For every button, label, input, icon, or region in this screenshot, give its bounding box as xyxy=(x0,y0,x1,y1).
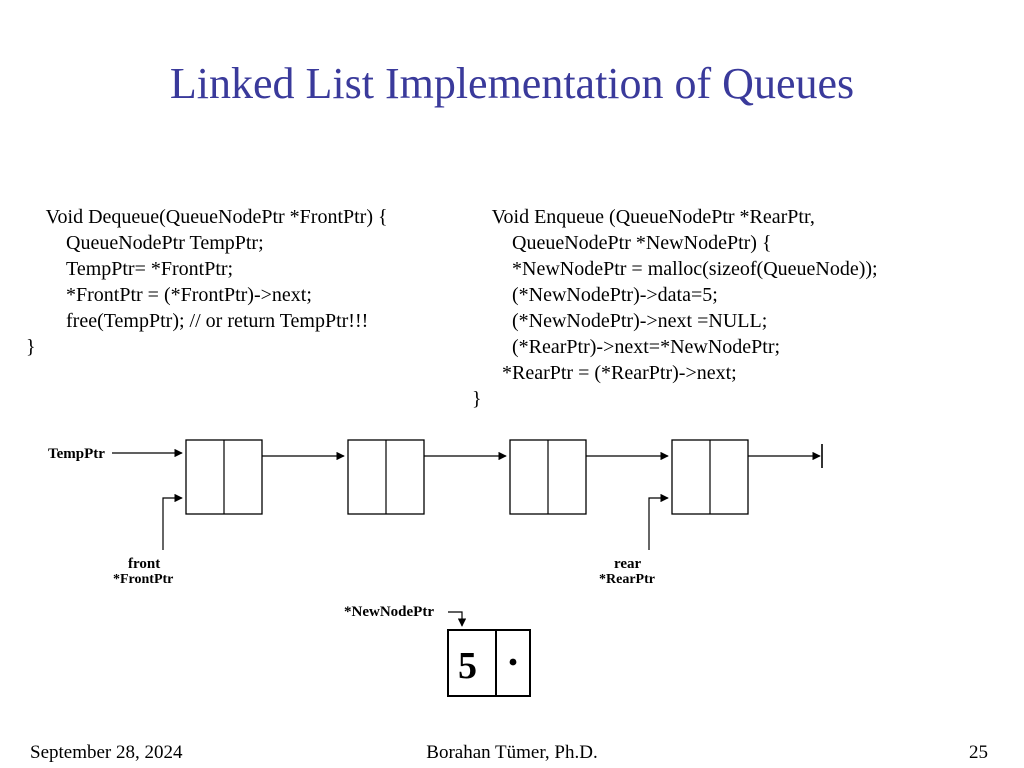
dequeue-code-block: Void Dequeue(QueueNodePtr *FrontPtr) { Q… xyxy=(26,178,388,386)
code-line: Void Enqueue (QueueNodePtr *RearPtr, xyxy=(492,206,815,228)
footer-page-number: 25 xyxy=(969,742,988,764)
code-line: } xyxy=(26,336,36,358)
code-line: (*NewNodePtr)->data=5; xyxy=(472,282,878,308)
rearptr-label: *RearPtr xyxy=(599,572,655,587)
code-line: Void Dequeue(QueueNodePtr *FrontPtr) { xyxy=(46,206,388,228)
code-line: *NewNodePtr = malloc(sizeof(QueueNode)); xyxy=(472,256,878,282)
code-line: } xyxy=(472,388,482,410)
queue-node xyxy=(186,440,262,514)
code-line: QueueNodePtr TempPtr; xyxy=(26,230,388,256)
rear-label: rear xyxy=(614,556,642,572)
slide-title: Linked List Implementation of Queues xyxy=(0,58,1024,109)
tempptr-label: TempPtr xyxy=(48,446,105,462)
new-node-value: 5 xyxy=(458,645,477,687)
front-label: front xyxy=(128,556,160,572)
code-line: QueueNodePtr *NewNodePtr) { xyxy=(472,230,878,256)
frontptr-label: *FrontPtr xyxy=(113,572,173,587)
front-pointer-arrow xyxy=(163,498,182,550)
code-line: TempPtr= *FrontPtr; xyxy=(26,256,388,282)
new-node: 5 xyxy=(448,630,530,696)
code-line: *RearPtr = (*RearPtr)->next; xyxy=(472,360,878,386)
null-dot-icon xyxy=(510,659,517,666)
newnodeptr-label: *NewNodePtr xyxy=(344,604,434,620)
rear-pointer-arrow xyxy=(649,498,668,550)
code-line: free(TempPtr); // or return TempPtr!!! xyxy=(26,308,388,334)
code-line: *FrontPtr = (*FrontPtr)->next; xyxy=(26,282,388,308)
footer-author: Borahan Tümer, Ph.D. xyxy=(0,742,1024,764)
newnodeptr-arrow xyxy=(448,612,462,626)
queue-node xyxy=(672,440,748,514)
code-line: (*NewNodePtr)->next =NULL; xyxy=(472,308,878,334)
linked-list-diagram: TempPtr front *FrontPtr rear *RearPtr 5 … xyxy=(0,420,1024,720)
queue-node xyxy=(510,440,586,514)
enqueue-code-block: Void Enqueue (QueueNodePtr *RearPtr, Que… xyxy=(472,178,878,438)
queue-node xyxy=(348,440,424,514)
code-line: (*RearPtr)->next=*NewNodePtr; xyxy=(472,334,878,360)
